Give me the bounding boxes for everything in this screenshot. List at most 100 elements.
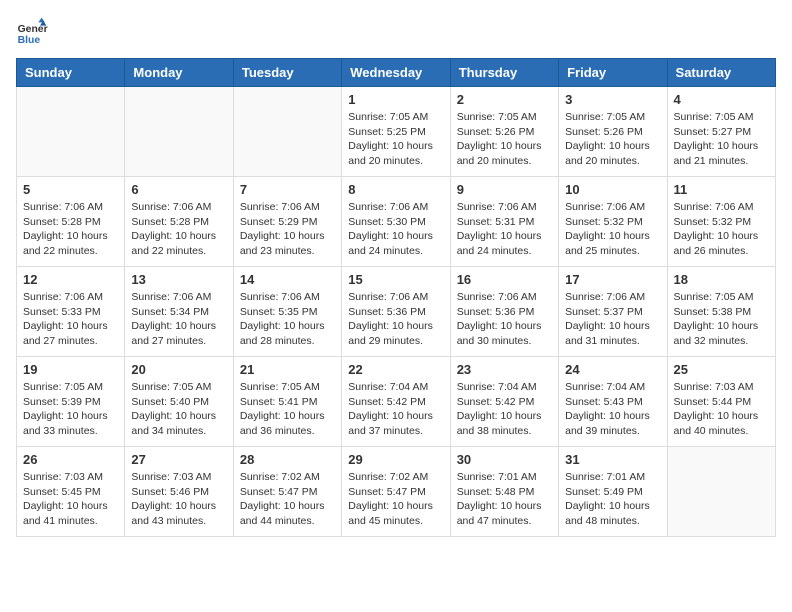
day-detail: Sunrise: 7:06 AMSunset: 5:37 PMDaylight:… xyxy=(565,290,660,349)
day-number: 14 xyxy=(240,272,335,287)
day-number: 1 xyxy=(348,92,443,107)
day-number: 27 xyxy=(131,452,226,467)
svg-text:General: General xyxy=(18,24,48,35)
page-header: General Blue xyxy=(16,16,776,48)
day-cell: 24 Sunrise: 7:04 AMSunset: 5:43 PMDayligh… xyxy=(559,357,667,447)
day-number: 24 xyxy=(565,362,660,377)
day-cell: 27 Sunrise: 7:03 AMSunset: 5:46 PMDayligh… xyxy=(125,447,233,537)
day-detail: Sunrise: 7:06 AMSunset: 5:29 PMDaylight:… xyxy=(240,200,335,259)
day-detail: Sunrise: 7:06 AMSunset: 5:32 PMDaylight:… xyxy=(565,200,660,259)
day-cell: 2 Sunrise: 7:05 AMSunset: 5:26 PMDaylight… xyxy=(450,87,558,177)
day-cell: 20 Sunrise: 7:05 AMSunset: 5:40 PMDayligh… xyxy=(125,357,233,447)
calendar-header-row: SundayMondayTuesdayWednesdayThursdayFrid… xyxy=(17,59,776,87)
day-detail: Sunrise: 7:06 AMSunset: 5:31 PMDaylight:… xyxy=(457,200,552,259)
day-detail: Sunrise: 7:05 AMSunset: 5:27 PMDaylight:… xyxy=(674,110,769,169)
day-number: 30 xyxy=(457,452,552,467)
day-number: 12 xyxy=(23,272,118,287)
col-header-saturday: Saturday xyxy=(667,59,775,87)
day-cell: 25 Sunrise: 7:03 AMSunset: 5:44 PMDayligh… xyxy=(667,357,775,447)
logo: General Blue xyxy=(16,16,48,48)
day-number: 7 xyxy=(240,182,335,197)
week-row-4: 19 Sunrise: 7:05 AMSunset: 5:39 PMDayligh… xyxy=(17,357,776,447)
day-cell: 21Sunrise: 7:05 AMSunset: 5:41 PMDayligh… xyxy=(233,357,341,447)
day-detail: Sunrise: 7:05 AMSunset: 5:39 PMDaylight:… xyxy=(23,380,118,439)
day-cell: 9 Sunrise: 7:06 AMSunset: 5:31 PMDaylight… xyxy=(450,177,558,267)
day-number: 28 xyxy=(240,452,335,467)
day-detail: Sunrise: 7:03 AMSunset: 5:46 PMDaylight:… xyxy=(131,470,226,529)
day-number: 8 xyxy=(348,182,443,197)
day-cell: 22 Sunrise: 7:04 AMSunset: 5:42 PMDayligh… xyxy=(342,357,450,447)
day-detail: Sunrise: 7:05 AMSunset: 5:40 PMDaylight:… xyxy=(131,380,226,439)
svg-text:Blue: Blue xyxy=(18,35,41,46)
day-number: 29 xyxy=(348,452,443,467)
day-detail: Sunrise: 7:01 AMSunset: 5:48 PMDaylight:… xyxy=(457,470,552,529)
day-cell: 31 Sunrise: 7:01 AMSunset: 5:49 PMDayligh… xyxy=(559,447,667,537)
week-row-1: 1 Sunrise: 7:05 AMSunset: 5:25 PMDaylight… xyxy=(17,87,776,177)
day-number: 15 xyxy=(348,272,443,287)
day-detail: Sunrise: 7:03 AMSunset: 5:45 PMDaylight:… xyxy=(23,470,118,529)
day-number: 25 xyxy=(674,362,769,377)
day-detail: Sunrise: 7:05 AMSunset: 5:25 PMDaylight:… xyxy=(348,110,443,169)
week-row-2: 5 Sunrise: 7:06 AMSunset: 5:28 PMDaylight… xyxy=(17,177,776,267)
day-cell: 4 Sunrise: 7:05 AMSunset: 5:27 PMDaylight… xyxy=(667,87,775,177)
day-cell xyxy=(233,87,341,177)
day-detail: Sunrise: 7:04 AMSunset: 5:43 PMDaylight:… xyxy=(565,380,660,439)
day-cell: 15 Sunrise: 7:06 AMSunset: 5:36 PMDayligh… xyxy=(342,267,450,357)
col-header-monday: Monday xyxy=(125,59,233,87)
day-detail: Sunrise: 7:06 AMSunset: 5:35 PMDaylight:… xyxy=(240,290,335,349)
day-detail: Sunrise: 7:06 AMSunset: 5:36 PMDaylight:… xyxy=(348,290,443,349)
day-detail: Sunrise: 7:04 AMSunset: 5:42 PMDaylight:… xyxy=(457,380,552,439)
day-cell: 18Sunrise: 7:05 AMSunset: 5:38 PMDayligh… xyxy=(667,267,775,357)
day-cell: 13Sunrise: 7:06 AMSunset: 5:34 PMDayligh… xyxy=(125,267,233,357)
col-header-sunday: Sunday xyxy=(17,59,125,87)
day-detail: Sunrise: 7:03 AMSunset: 5:44 PMDaylight:… xyxy=(674,380,769,439)
logo-icon: General Blue xyxy=(16,16,48,48)
day-cell: 28 Sunrise: 7:02 AMSunset: 5:47 PMDayligh… xyxy=(233,447,341,537)
day-number: 20 xyxy=(131,362,226,377)
day-number: 19 xyxy=(23,362,118,377)
day-detail: Sunrise: 7:05 AMSunset: 5:26 PMDaylight:… xyxy=(457,110,552,169)
day-number: 6 xyxy=(131,182,226,197)
day-detail: Sunrise: 7:06 AMSunset: 5:28 PMDaylight:… xyxy=(23,200,118,259)
day-cell: 8 Sunrise: 7:06 AMSunset: 5:30 PMDaylight… xyxy=(342,177,450,267)
day-number: 4 xyxy=(674,92,769,107)
day-detail: Sunrise: 7:02 AMSunset: 5:47 PMDaylight:… xyxy=(240,470,335,529)
day-cell xyxy=(17,87,125,177)
day-cell: 17 Sunrise: 7:06 AMSunset: 5:37 PMDayligh… xyxy=(559,267,667,357)
day-detail: Sunrise: 7:06 AMSunset: 5:30 PMDaylight:… xyxy=(348,200,443,259)
day-cell: 3 Sunrise: 7:05 AMSunset: 5:26 PMDaylight… xyxy=(559,87,667,177)
day-cell: 10 Sunrise: 7:06 AMSunset: 5:32 PMDayligh… xyxy=(559,177,667,267)
day-cell: 30 Sunrise: 7:01 AMSunset: 5:48 PMDayligh… xyxy=(450,447,558,537)
day-number: 3 xyxy=(565,92,660,107)
day-cell: 6Sunrise: 7:06 AMSunset: 5:28 PMDaylight… xyxy=(125,177,233,267)
day-cell: 29Sunrise: 7:02 AMSunset: 5:47 PMDayligh… xyxy=(342,447,450,537)
calendar-table: SundayMondayTuesdayWednesdayThursdayFrid… xyxy=(16,58,776,537)
day-cell xyxy=(667,447,775,537)
day-cell: 19 Sunrise: 7:05 AMSunset: 5:39 PMDayligh… xyxy=(17,357,125,447)
day-number: 17 xyxy=(565,272,660,287)
day-number: 22 xyxy=(348,362,443,377)
day-number: 23 xyxy=(457,362,552,377)
day-number: 11 xyxy=(674,182,769,197)
day-cell xyxy=(125,87,233,177)
day-cell: 7 Sunrise: 7:06 AMSunset: 5:29 PMDaylight… xyxy=(233,177,341,267)
col-header-friday: Friday xyxy=(559,59,667,87)
day-cell: 11Sunrise: 7:06 AMSunset: 5:32 PMDayligh… xyxy=(667,177,775,267)
day-detail: Sunrise: 7:04 AMSunset: 5:42 PMDaylight:… xyxy=(348,380,443,439)
day-cell: 5 Sunrise: 7:06 AMSunset: 5:28 PMDaylight… xyxy=(17,177,125,267)
day-detail: Sunrise: 7:05 AMSunset: 5:26 PMDaylight:… xyxy=(565,110,660,169)
day-number: 21 xyxy=(240,362,335,377)
day-number: 5 xyxy=(23,182,118,197)
day-detail: Sunrise: 7:01 AMSunset: 5:49 PMDaylight:… xyxy=(565,470,660,529)
day-cell: 26Sunrise: 7:03 AMSunset: 5:45 PMDayligh… xyxy=(17,447,125,537)
col-header-wednesday: Wednesday xyxy=(342,59,450,87)
day-detail: Sunrise: 7:06 AMSunset: 5:36 PMDaylight:… xyxy=(457,290,552,349)
day-detail: Sunrise: 7:06 AMSunset: 5:34 PMDaylight:… xyxy=(131,290,226,349)
day-cell: 12Sunrise: 7:06 AMSunset: 5:33 PMDayligh… xyxy=(17,267,125,357)
day-number: 18 xyxy=(674,272,769,287)
col-header-thursday: Thursday xyxy=(450,59,558,87)
day-number: 10 xyxy=(565,182,660,197)
day-number: 9 xyxy=(457,182,552,197)
day-number: 2 xyxy=(457,92,552,107)
day-number: 31 xyxy=(565,452,660,467)
